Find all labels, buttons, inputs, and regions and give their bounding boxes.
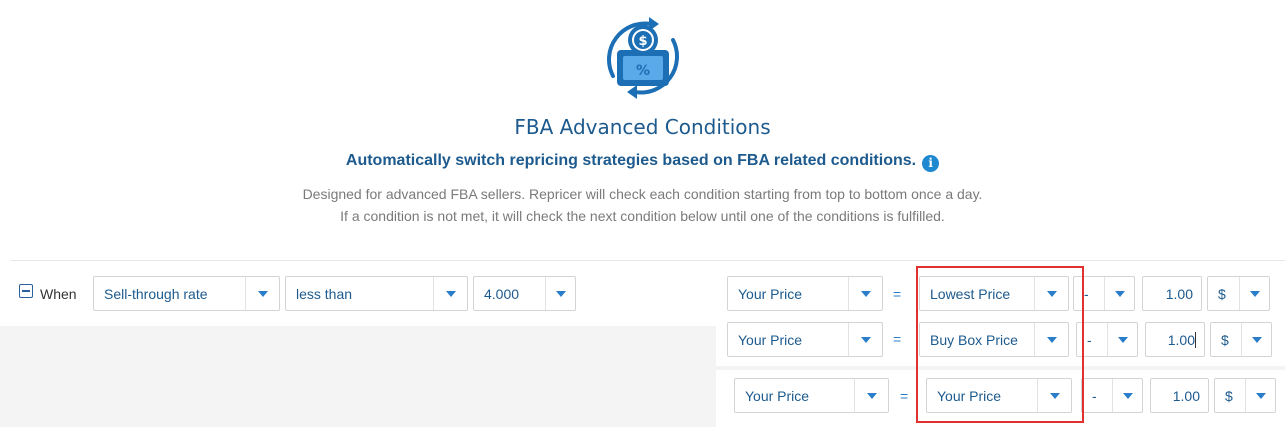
rule-2-equals: =: [893, 331, 902, 347]
collapse-icon[interactable]: [19, 284, 33, 298]
chevron-down-icon: [1241, 323, 1271, 356]
rule-3-unit-select[interactable]: $: [1214, 378, 1276, 413]
rule-1-unit-value: $: [1218, 286, 1226, 302]
chevron-down-icon: [1107, 323, 1137, 356]
rule-2-target-value: Your Price: [738, 332, 803, 348]
chevron-down-icon: [848, 323, 882, 356]
page-subtitle: Automatically switch repricing strategie…: [0, 152, 1285, 172]
description-line-2: If a condition is not met, it will check…: [340, 208, 945, 224]
metric-select-value: Sell-through rate: [104, 286, 208, 302]
subtitle-text: Automatically switch repricing strategie…: [345, 152, 917, 169]
rule-1-target-select[interactable]: Your Price: [727, 276, 883, 311]
rule-2-unit-value: $: [1221, 332, 1229, 348]
chevron-down-icon: [1112, 379, 1142, 412]
rule-2-modifier-value: -: [1087, 332, 1092, 348]
chevron-down-icon: [545, 277, 575, 310]
threshold-select[interactable]: 4.000: [473, 276, 576, 311]
rule-2-amount-value: 1.00: [1167, 332, 1195, 348]
rule-3-target-value: Your Price: [745, 388, 810, 404]
chevron-down-icon: [848, 277, 882, 310]
chevron-down-icon: [245, 277, 279, 310]
rule-2-amount-input[interactable]: 1.00: [1145, 322, 1205, 357]
threshold-select-value: 4.000: [484, 286, 520, 302]
svg-text:$: $: [638, 34, 647, 49]
annotation-highlight-box: [916, 266, 1084, 423]
rule-1-amount-input[interactable]: 1.00: [1142, 276, 1202, 311]
rule-2-modifier-select[interactable]: -: [1076, 322, 1138, 357]
condition-panel-background: [0, 326, 716, 427]
rule-3-target-select[interactable]: Your Price: [734, 378, 889, 413]
rule-1-unit-select[interactable]: $: [1207, 276, 1270, 311]
rule-1-modifier-value: -: [1084, 286, 1089, 302]
operator-select-value: less than: [296, 286, 353, 302]
price-tag-cycle-icon: % $: [607, 17, 679, 99]
chevron-down-icon: [1104, 277, 1134, 310]
chevron-down-icon: [1239, 277, 1269, 310]
chevron-down-icon: [433, 277, 467, 310]
chevron-down-icon: [1245, 379, 1275, 412]
svg-text:%: %: [636, 63, 650, 79]
rule-3-modifier-select[interactable]: -: [1081, 378, 1143, 413]
rule-2-target-select[interactable]: Your Price: [727, 322, 883, 357]
rule-3-amount-input[interactable]: 1.00: [1150, 378, 1209, 413]
rule-3-modifier-value: -: [1092, 388, 1097, 404]
description-line-1: Designed for advanced FBA sellers. Repri…: [302, 186, 983, 202]
rule-1-equals: =: [893, 286, 902, 302]
metric-select[interactable]: Sell-through rate: [93, 276, 280, 311]
chevron-down-icon: [854, 379, 888, 412]
when-label: When: [40, 286, 77, 302]
page-title: FBA Advanced Conditions: [514, 115, 771, 139]
operator-select[interactable]: less than: [285, 276, 468, 311]
divider: [10, 260, 1285, 261]
text-cursor: [1195, 332, 1196, 348]
rule-3-unit-value: $: [1225, 388, 1233, 404]
info-icon[interactable]: i: [922, 155, 940, 172]
rule-3-equals: =: [900, 388, 909, 404]
rule-2-unit-select[interactable]: $: [1210, 322, 1272, 357]
rule-1-target-value: Your Price: [738, 286, 803, 302]
